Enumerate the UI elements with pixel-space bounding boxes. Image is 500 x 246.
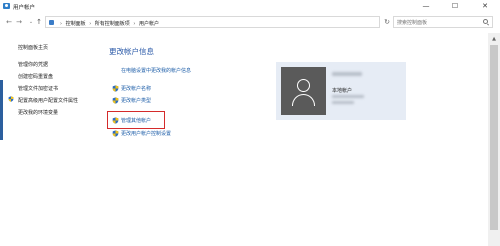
change-uac-settings-link[interactable]: 更改用户帐户控制设置 (121, 130, 171, 137)
sidebar-item-environment-variables[interactable]: 更改我的环境变量 (18, 109, 58, 116)
refresh-icon[interactable]: ↻ (383, 18, 391, 26)
user-icon-body (292, 94, 315, 106)
sidebar-item-encryption-certificates[interactable]: 管理文件加密证书 (18, 85, 58, 92)
page-title: 更改帐户信息 (109, 47, 154, 56)
search-icon[interactable] (483, 19, 488, 24)
account-detail-redacted (332, 95, 364, 98)
up-arrow-icon[interactable]: ↑ (35, 18, 43, 26)
account-card: 本地帐户 (276, 62, 406, 120)
address-bar[interactable]: › 控制面板 › 所有控制面板项 › 用户帐户 ⌄ (45, 16, 418, 28)
vertical-scrollbar[interactable]: ▲ (488, 33, 500, 246)
sidebar-item-credentials[interactable]: 管理你的凭据 (18, 61, 48, 68)
user-accounts-window: 用户帐户 — ☐ ✕ ← → ⌄ ↑ › 控制面板 › 所有控制面板项 › 用户… (0, 0, 500, 246)
breadcrumb-all-items[interactable]: 所有控制面板项 (95, 21, 130, 27)
search-input[interactable] (397, 18, 481, 27)
account-type-label: 本地帐户 (332, 88, 353, 94)
user-icon (297, 79, 310, 92)
user-accounts-icon (3, 3, 10, 9)
manage-other-accounts-link[interactable]: 管理其他帐户 (121, 117, 151, 124)
breadcrumb: › 控制面板 › 所有控制面板项 › 用户帐户 (58, 20, 159, 27)
scroll-up-icon[interactable]: ▲ (491, 36, 497, 42)
forward-arrow-icon[interactable]: → (15, 18, 23, 26)
shield-icon (112, 97, 119, 104)
sidebar-item-reset-disk[interactable]: 创建密码重置盘 (18, 73, 53, 80)
title-bar: 用户帐户 — ☐ ✕ (0, 0, 500, 12)
sidebar: 控制面板主页 管理你的凭据 创建密码重置盘 管理文件加密证书 配置高级用户配置文… (0, 33, 100, 246)
shield-icon (112, 85, 119, 92)
account-detail-redacted (332, 101, 354, 104)
avatar (281, 67, 326, 115)
control-panel-icon (49, 20, 54, 25)
change-account-type-link[interactable]: 更改帐户类型 (121, 97, 151, 104)
close-button[interactable]: ✕ (474, 0, 496, 12)
change-account-name-link[interactable]: 更改帐户名称 (121, 85, 151, 92)
breadcrumb-user-accounts[interactable]: 用户帐户 (139, 21, 159, 27)
minimize-button[interactable]: — (415, 0, 437, 12)
scroll-thumb[interactable] (490, 45, 498, 230)
navigation-row: ← → ⌄ ↑ › 控制面板 › 所有控制面板项 › 用户帐户 ⌄ ↻ (0, 14, 500, 30)
breadcrumb-separator: › (133, 21, 136, 27)
pc-settings-link[interactable]: 在电脑设置中更改我的帐户信息 (121, 67, 191, 74)
breadcrumb-separator: › (60, 21, 62, 27)
sidebar-item-advanced-profile[interactable]: 配置高级用户配置文件属性 (18, 97, 78, 104)
recent-locations-icon[interactable]: ⌄ (27, 18, 35, 26)
shield-icon (112, 117, 119, 124)
sidebar-home-link[interactable]: 控制面板主页 (18, 44, 48, 51)
breadcrumb-control-panel[interactable]: 控制面板 (66, 21, 86, 27)
window-title: 用户帐户 (13, 5, 36, 11)
account-name-redacted (332, 72, 362, 76)
back-arrow-icon[interactable]: ← (5, 18, 13, 26)
maximize-button[interactable]: ☐ (444, 0, 466, 12)
breadcrumb-separator: › (89, 21, 92, 27)
shield-icon (112, 130, 119, 137)
search-box[interactable] (393, 16, 493, 28)
shield-icon (8, 96, 14, 102)
